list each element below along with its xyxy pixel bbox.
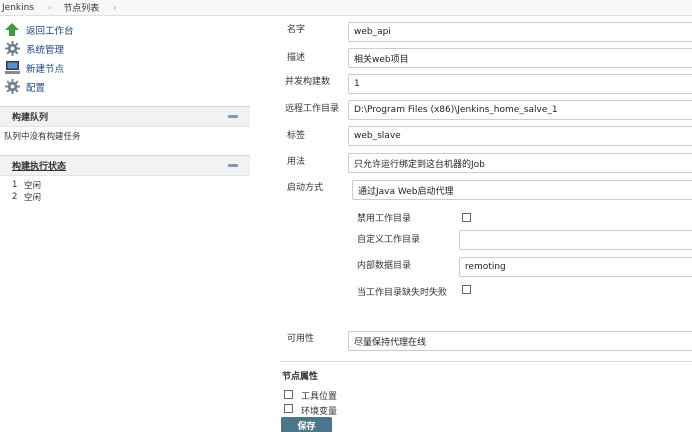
task-label[interactable]: 系统管理	[26, 42, 64, 56]
breadcrumb-jenkins[interactable]: Jenkins	[2, 3, 34, 13]
custom-workdir-label: 自定义工作目录	[357, 235, 421, 245]
gear-icon	[4, 41, 20, 56]
custom-workdir-input[interactable]	[459, 230, 692, 250]
env-vars-checkbox[interactable]	[284, 404, 293, 413]
gear-icon	[4, 79, 20, 94]
availability-label: 可用性	[287, 334, 315, 344]
executors-label: 并发构建数	[285, 77, 331, 87]
task-label[interactable]: 配置	[26, 80, 45, 94]
disable-workdir-label: 禁用工作目录	[357, 214, 412, 224]
collapse-icon[interactable]	[228, 115, 238, 118]
internal-dir-label: 内部数据目录	[357, 261, 412, 271]
tool-locations-label: 工具位置	[301, 392, 338, 402]
tool-locations-checkbox[interactable]	[284, 390, 293, 399]
task-label[interactable]: 新建节点	[26, 61, 64, 75]
remote-dir-input[interactable]: D:\Program Files (x86)\Jenkins_home_salv…	[348, 100, 692, 120]
labels-input[interactable]: web_slave	[348, 126, 692, 146]
executor-row: 2 空闲	[12, 192, 42, 203]
task-manage-jenkins[interactable]: 系统管理	[0, 39, 250, 58]
side-tasks: 返回工作台 系统管理 新建节点 配置	[0, 20, 250, 96]
disable-workdir-checkbox[interactable]	[462, 213, 471, 222]
usage-select[interactable]: 只允许运行绑定到这台机器的Job	[348, 153, 692, 173]
executor-status-title[interactable]: 构建执行状态	[12, 159, 66, 172]
node-properties-title: 节点属性	[282, 372, 319, 382]
breadcrumb-node-list[interactable]: 节点列表	[63, 1, 99, 14]
build-queue-header: 构建队列	[0, 107, 250, 127]
usage-label: 用法	[287, 157, 306, 167]
task-new-node[interactable]: 新建节点	[0, 58, 250, 77]
computer-icon	[4, 60, 20, 75]
executors-input[interactable]: 1	[348, 74, 692, 94]
fail-missing-workdir-checkbox[interactable]	[462, 285, 471, 294]
build-queue-pane: 构建队列 队列中没有构建任务	[0, 106, 250, 145]
executor-row: 1 空闲	[12, 180, 42, 191]
breadcrumb: Jenkins › 节点列表 ›	[0, 0, 692, 16]
name-label: 名字	[287, 25, 306, 35]
remote-dir-label: 远程工作目录	[285, 104, 340, 114]
task-back-to-dashboard[interactable]: 返回工作台	[0, 20, 250, 39]
name-input[interactable]: web_api	[348, 22, 692, 42]
build-queue-empty-text: 队列中没有构建任务	[4, 132, 81, 142]
task-label[interactable]: 返回工作台	[26, 23, 74, 37]
build-queue-title: 构建队列	[12, 113, 49, 123]
description-input[interactable]: 相关web项目	[348, 48, 692, 68]
chevron-right-icon: ›	[48, 3, 52, 12]
launch-method-label: 启动方式	[287, 183, 324, 193]
up-arrow-icon	[4, 23, 20, 37]
labels-label: 标签	[287, 131, 306, 141]
divider	[280, 361, 692, 362]
executor-status-header: 构建执行状态	[0, 156, 250, 176]
env-vars-label: 环境变量	[301, 407, 338, 417]
save-button[interactable]: 保存	[281, 417, 332, 432]
chevron-right-icon[interactable]: ›	[113, 3, 116, 12]
collapse-icon[interactable]	[228, 164, 238, 167]
description-label: 描述	[287, 53, 306, 63]
availability-select[interactable]: 尽量保持代理在线	[348, 331, 692, 351]
executor-status-pane: 构建执行状态 1 空闲 2 空闲	[0, 155, 250, 203]
internal-dir-input[interactable]: remoting	[459, 257, 692, 277]
fail-missing-workdir-label: 当工作目录缺失时失败	[357, 288, 448, 298]
launch-method-select[interactable]: 通过Java Web启动代理	[352, 180, 692, 200]
task-configure[interactable]: 配置	[0, 77, 250, 96]
